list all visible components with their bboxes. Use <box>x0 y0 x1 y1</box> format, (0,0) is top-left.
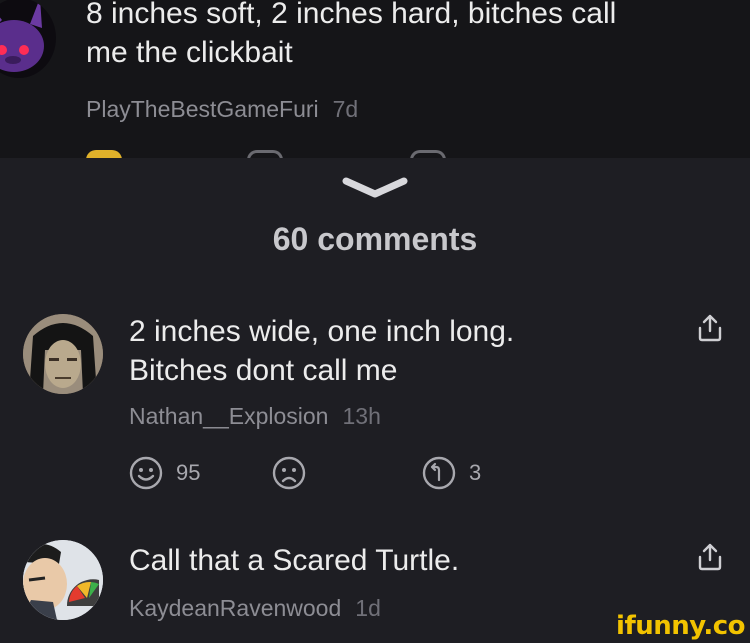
chevron-down-icon[interactable] <box>342 176 408 202</box>
username[interactable]: KaydeanRavenwood <box>129 595 341 621</box>
like-button[interactable]: 95 <box>129 456 200 490</box>
timestamp: 1d <box>355 595 381 621</box>
reply-icon <box>422 456 456 490</box>
comment-text-line: 8 inches soft, 2 inches hard, bitches ca… <box>86 0 617 30</box>
stan-smith-avatar-icon <box>23 540 103 620</box>
comment-text-line: 2 inches wide, one inch long. <box>129 315 515 348</box>
avatar[interactable] <box>23 540 103 620</box>
purple-bunny-avatar-icon <box>0 0 44 72</box>
share-icon[interactable] <box>697 542 723 572</box>
like-count: 95 <box>176 460 201 485</box>
comment-text: 2 inches wide, one inch long. Bitches do… <box>129 312 514 390</box>
nathan-explosion-avatar-icon <box>23 314 103 394</box>
timestamp: 7d <box>332 96 359 122</box>
comment-text: Call that a Scared Turtle. <box>129 541 459 580</box>
dislike-button[interactable] <box>272 456 306 490</box>
background-comment: 8 inches soft, 2 inches hard, bitches ca… <box>0 0 750 160</box>
reply-button[interactable]: 3 <box>422 456 481 490</box>
username[interactable]: Nathan__Explosion <box>129 403 328 429</box>
avatar[interactable] <box>23 314 103 394</box>
ifunny-watermark: ifunny.co <box>616 611 745 641</box>
timestamp: 13h <box>342 403 381 429</box>
username[interactable]: PlayTheBestGameFuri <box>86 96 319 122</box>
comment-meta: Nathan__Explosion 13h <box>129 403 381 430</box>
avatar[interactable] <box>0 0 56 78</box>
comment-text-line: Call that a Scared Turtle. <box>129 544 460 577</box>
comment-text: 8 inches soft, 2 inches hard, bitches ca… <box>86 0 616 72</box>
comment-text-line: Bitches dont call me <box>129 354 398 387</box>
comment-text-line: me the clickbait <box>86 36 293 69</box>
comment-count-title: 60 comments <box>272 221 478 257</box>
reply-count: 3 <box>469 460 482 485</box>
smile-icon <box>129 456 163 490</box>
share-icon[interactable] <box>697 313 723 343</box>
frown-icon <box>272 456 306 490</box>
comment-meta: PlayTheBestGameFuri 7d <box>86 96 358 123</box>
comment-meta: KaydeanRavenwood 1d <box>129 595 381 622</box>
